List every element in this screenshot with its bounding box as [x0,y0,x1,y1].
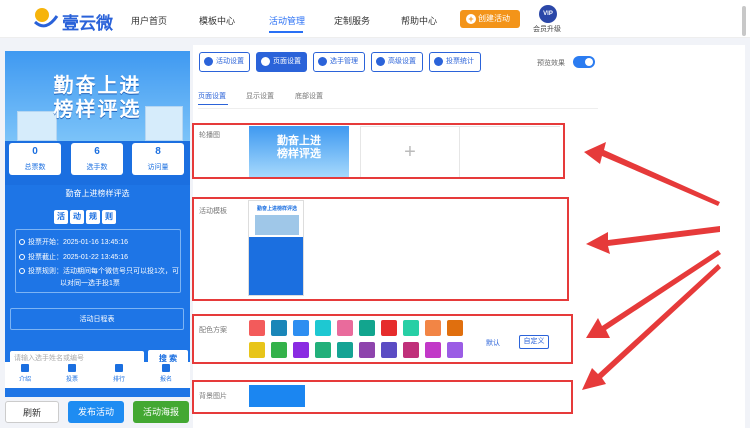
stat-label: 总票数 [24,164,46,171]
create-activity-button[interactable]: + 创建活动 [460,10,520,28]
vip-icon[interactable]: VIP [539,5,557,23]
rule-text: 投票开始：2025-01-16 13:45:16 [28,239,128,246]
stat-visits: 8 访问量 [132,143,184,175]
tab-vote-statistics[interactable]: 投票统计 [429,52,481,72]
publish-activity-button[interactable]: 发布活动 [68,401,124,423]
subtab-underline [198,104,228,105]
users-icon [318,57,327,66]
sliders-icon [376,57,385,66]
toggle-knob [585,58,593,66]
vip-upgrade-label[interactable]: 会员升级 [533,24,561,34]
nav-item-home[interactable]: 用户首页 [131,14,167,27]
rules-heading-char: 规 [86,210,100,224]
list-icon [21,364,29,372]
refresh-button[interactable]: 刷新 [5,401,59,423]
rules-heading: 活动规则 [54,210,118,225]
tool-label: 高级设置 [388,58,416,65]
nav-item-help[interactable]: 帮助中心 [401,14,437,27]
tab-contestant-management[interactable]: 选手管理 [313,52,365,72]
stat-value: 6 [94,146,100,157]
tab-signup[interactable]: 报名 [148,364,184,383]
event-name: 勤奋上进榜样评选 [65,189,130,198]
rule-text: 投票截止：2025-01-22 13:45:16 [28,254,128,261]
stat-label: 访问量 [147,164,169,171]
highlight-box-color-scheme [192,314,573,364]
rule-text: 投票规则：活动期间每个微信号只可以投1次，可 [28,268,179,275]
top-nav: 壹云微 用户首页 模板中心 活动管理 定制服务 帮助中心 + 创建活动 VIP … [0,0,750,38]
rule-vote-rule: 投票规则：活动期间每个微信号只可以投1次，可 [19,266,179,276]
annotation-arrows [582,142,721,390]
info-icon [19,268,25,274]
gear-icon [204,57,213,66]
highlight-box-template [192,197,569,301]
arrow-icon [586,226,720,254]
bar-chart-icon [434,57,443,66]
stat-contestants: 6 选手数 [71,143,123,175]
tab-vote[interactable]: 投票 [54,364,90,383]
tab-advanced-settings[interactable]: 高级设置 [371,52,423,72]
nav-item-activity-management[interactable]: 活动管理 [269,14,305,27]
rule-vote-rule-cont: 以对同一选手投1票 [60,280,120,287]
highlight-box-background [192,380,573,414]
subtab-display-settings[interactable]: 显示设置 [246,91,274,101]
tab-label: 投票 [65,377,78,383]
tab-label: 报名 [159,377,172,383]
clock-icon [19,254,25,260]
nav-active-underline [269,31,303,33]
tab-label: 排行 [112,377,125,383]
divider [198,108,598,109]
highlight-box-carousel [192,123,565,179]
stat-value: 8 [155,146,161,157]
tool-label: 活动设置 [216,58,244,65]
tool-label: 投票统计 [446,58,474,65]
tool-label: 选手管理 [330,58,358,65]
plus-icon: + [466,14,476,24]
bar-chart-icon [115,364,123,372]
stat-label: 选手数 [86,164,108,171]
brand-logo-icon [33,8,59,28]
tab-label: 介绍 [18,377,31,383]
flag-icon [68,364,76,372]
create-activity-label: 创建活动 [478,14,510,23]
rule-end-time: 投票截止：2025-01-22 13:45:16 [19,252,128,262]
tool-label: 页面设置 [273,58,301,65]
tab-intro[interactable]: 介绍 [7,364,43,383]
stat-total-votes: 0 总票数 [9,143,61,175]
gear-icon [261,57,270,66]
schedule-button[interactable]: 活动日程表 [10,308,184,330]
preview-effect-label: 预览效果 [537,60,565,67]
subtab-page-settings[interactable]: 页面设置 [198,91,226,101]
brand-name[interactable]: 壹云微 [62,9,113,34]
page-scrollbar[interactable] [742,6,746,36]
rules-heading-char: 则 [102,210,116,224]
nav-item-templates[interactable]: 模板中心 [199,14,235,27]
rules-heading-char: 活 [54,210,68,224]
preview-effect-toggle[interactable] [573,56,595,68]
tab-ranking[interactable]: 排行 [101,364,137,383]
tab-page-settings[interactable]: 页面设置 [256,52,307,72]
mobile-preview: 勤奋上进 榜样评选 0 总票数 6 选手数 8 访问量 勤奋上进榜样评选 活动规… [5,51,190,397]
nav-item-custom-service[interactable]: 定制服务 [334,14,370,27]
clock-icon [19,239,25,245]
rules-heading-char: 动 [70,210,84,224]
activity-poster-button[interactable]: 活动海报 [133,401,189,423]
subtab-footer-settings[interactable]: 底部设置 [295,91,323,101]
preview-tabbar: 介绍 投票 排行 报名 [5,362,190,388]
preview-title-line2: 榜样评选 [53,99,142,121]
arrow-icon [584,142,720,206]
tab-activity-settings[interactable]: 活动设置 [199,52,250,72]
hand-icon [162,364,170,372]
rule-start-time: 投票开始：2025-01-16 13:45:16 [19,237,128,247]
stat-value: 0 [32,146,38,157]
